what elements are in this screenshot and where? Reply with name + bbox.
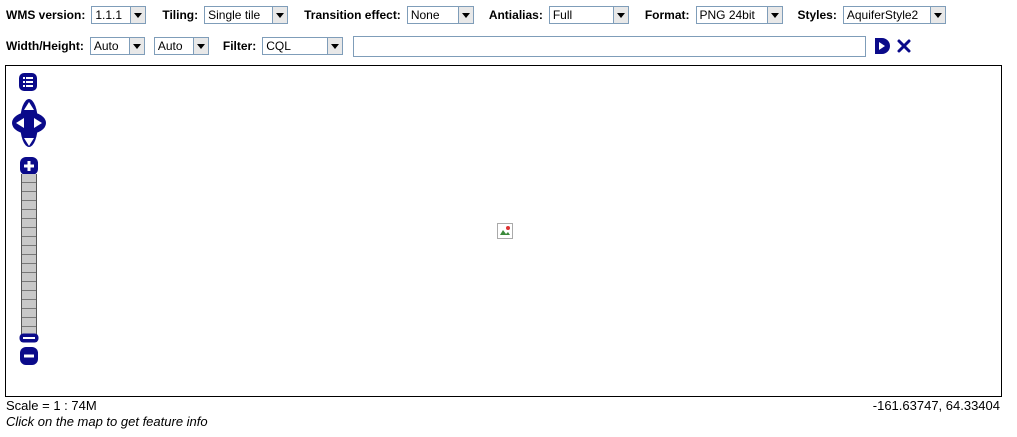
- antialias-select[interactable]: Full: [548, 6, 629, 24]
- toolbar-row-2: Width/Height: Auto Auto Filter: CQL: [0, 34, 912, 58]
- wms-version-select[interactable]: 1.1.1: [91, 6, 147, 24]
- width-height-label: Width/Height:: [6, 39, 84, 53]
- chevron-down-icon[interactable]: [192, 38, 208, 54]
- pan-down-icon[interactable]: [23, 136, 35, 150]
- apply-filter-icon[interactable]: [872, 36, 892, 56]
- zoom-bar: [19, 156, 39, 366]
- scale-readout: Scale = 1 : 74M: [6, 398, 97, 413]
- antialias-value: Full: [552, 8, 573, 22]
- wms-version-label: WMS version:: [6, 8, 86, 22]
- transition-label: Transition effect:: [304, 8, 401, 22]
- layer-switcher-icon[interactable]: [18, 72, 38, 95]
- height-value: Auto: [157, 39, 183, 53]
- antialias-label: Antialias:: [488, 8, 543, 22]
- styles-label: Styles:: [797, 8, 837, 22]
- width-select[interactable]: Auto: [89, 37, 145, 55]
- chevron-down-icon[interactable]: [327, 38, 343, 54]
- zoom-slider-track[interactable]: [21, 174, 37, 342]
- chevron-down-icon[interactable]: [612, 7, 628, 23]
- chevron-down-icon[interactable]: [128, 38, 144, 54]
- filter-type-value: CQL: [266, 39, 291, 53]
- width-value: Auto: [93, 39, 119, 53]
- format-label: Format:: [644, 8, 690, 22]
- transition-select[interactable]: None: [406, 6, 474, 24]
- tiling-value: Single tile: [208, 8, 261, 22]
- chevron-down-icon[interactable]: [929, 7, 945, 23]
- pan-control: [10, 96, 48, 150]
- zoom-slider-handle[interactable]: [19, 332, 39, 346]
- styles-select[interactable]: AquiferStyle2: [842, 6, 946, 24]
- wms-version-value: 1.1.1: [95, 8, 123, 22]
- filter-type-select[interactable]: CQL: [262, 37, 344, 55]
- transition-value: None: [410, 8, 440, 22]
- tiling-label: Tiling:: [162, 8, 199, 22]
- pan-right-icon[interactable]: [33, 117, 43, 132]
- feature-info-hint: Click on the map to get feature info: [6, 414, 208, 429]
- broken-image-icon: [497, 223, 513, 242]
- format-select[interactable]: PNG 24bit: [695, 6, 783, 24]
- pan-left-icon[interactable]: [15, 117, 25, 132]
- filter-label: Filter:: [222, 39, 257, 53]
- format-value: PNG 24bit: [699, 8, 755, 22]
- chevron-down-icon[interactable]: [272, 7, 288, 23]
- close-icon[interactable]: [896, 38, 912, 54]
- toolbar-row-1: WMS version: 1.1.1 Tiling: Single tile T…: [0, 3, 946, 27]
- chevron-down-icon[interactable]: [130, 7, 146, 23]
- zoom-out-icon[interactable]: [19, 346, 39, 369]
- styles-value: AquiferStyle2: [846, 8, 919, 22]
- chevron-down-icon[interactable]: [457, 7, 473, 23]
- filter-input[interactable]: [353, 35, 867, 57]
- tiling-select[interactable]: Single tile: [204, 6, 289, 24]
- map-viewport[interactable]: [5, 65, 1002, 397]
- height-select[interactable]: Auto: [153, 37, 209, 55]
- chevron-down-icon[interactable]: [766, 7, 782, 23]
- coordinates-readout: -161.63747, 64.33404: [872, 398, 1000, 413]
- pan-up-icon[interactable]: [23, 100, 35, 114]
